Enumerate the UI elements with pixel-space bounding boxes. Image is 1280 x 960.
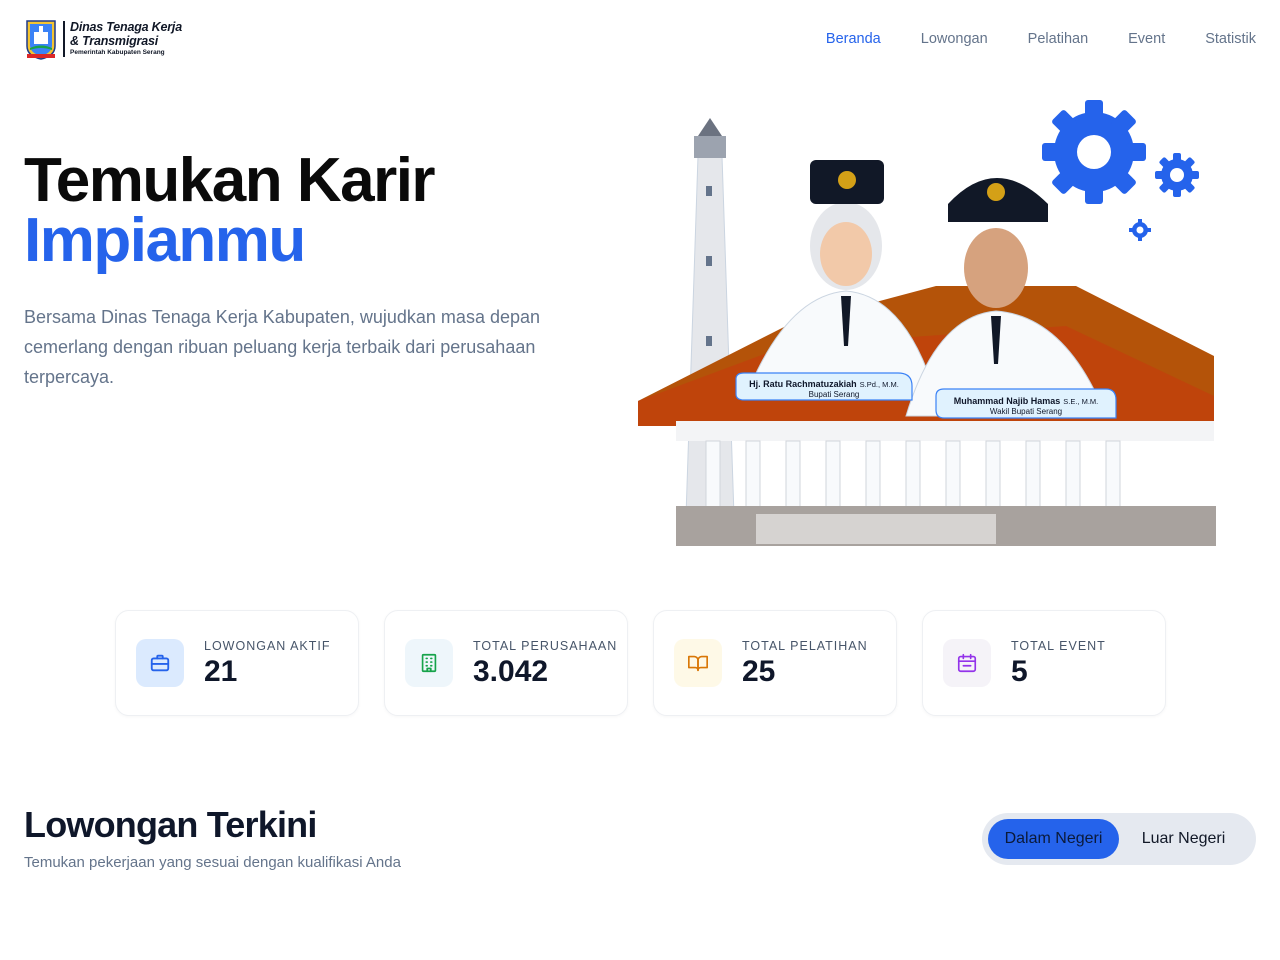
official-degree: S.E., M.M.	[1063, 397, 1098, 406]
stat-card-lowongan: LOWONGAN AKTIF 21	[115, 610, 359, 716]
section-title: Lowongan Terkini	[24, 804, 317, 845]
stat-label: TOTAL EVENT	[1011, 639, 1106, 653]
calendar-icon	[943, 639, 991, 687]
official-role: Bupati Serang	[809, 390, 860, 399]
toggle-luar-negeri[interactable]: Luar Negeri	[1121, 819, 1246, 859]
nav-item-pelatihan[interactable]: Pelatihan	[1028, 31, 1088, 47]
official-degree: S.Pd., M.M.	[860, 380, 899, 389]
kabupaten-emblem-icon	[26, 20, 56, 60]
gear-icon	[1042, 100, 1146, 204]
nav-item-lowongan[interactable]: Lowongan	[921, 31, 988, 47]
nav-item-statistik[interactable]: Statistik	[1205, 31, 1256, 47]
logo-subtitle: Pemerintah Kabupaten Serang	[70, 49, 165, 57]
gear-icon	[1129, 219, 1151, 241]
logo-text: Dinas Tenaga Kerja & Transmigrasi Pemeri…	[70, 21, 182, 57]
hero-title: Temukan Karir	[24, 146, 436, 215]
official-name: Hj. Ratu Rachmatuzakiah	[749, 379, 857, 389]
stat-value: 5	[1011, 655, 1028, 688]
header: Dinas Tenaga Kerja & Transmigrasi Pemeri…	[0, 0, 1280, 82]
stat-value: 21	[204, 655, 238, 688]
logo-title: & Transmigrasi	[70, 33, 158, 48]
stats-row: LOWONGAN AKTIF 21 TOTAL PERUSAHAAN 3.042…	[115, 610, 1166, 716]
toggle-dalam-negeri[interactable]: Dalam Negeri	[988, 819, 1119, 859]
hero-illustration: Hj. Ratu Rachmatuzakiah S.Pd., M.M. Bupat…	[638, 100, 1216, 546]
name-tag: Hj. Ratu Rachmatuzakiah S.Pd., M.M. Bupat…	[735, 372, 913, 401]
book-icon	[674, 639, 722, 687]
hero-description: Bersama Dinas Tenaga Kerja Kabupaten, wu…	[24, 307, 541, 387]
nav-item-event[interactable]: Event	[1128, 31, 1165, 47]
official-name: Muhammad Najib Hamas	[954, 396, 1061, 406]
svg-text:Hj. Ratu RachmatuzakiahS.Pd.,: Hj. Ratu Rachmatuzakiah S.Pd., M.M.	[749, 379, 899, 389]
stat-value: 25	[742, 655, 776, 688]
stat-label: TOTAL PERUSAHAAN	[473, 639, 618, 653]
stat-card-event: TOTAL EVENT 5	[922, 610, 1166, 716]
logo-title: Dinas Tenaga Kerja	[70, 20, 182, 35]
gear-icon	[1155, 153, 1199, 197]
stat-value: 3.042	[473, 655, 549, 688]
name-tag: Muhammad Najib Hamas S.E., M.M. Wakil Bup…	[935, 388, 1117, 419]
site-logo[interactable]: Dinas Tenaga Kerja & Transmigrasi Pemeri…	[24, 18, 182, 60]
stat-label: TOTAL PELATIHAN	[742, 639, 868, 653]
briefcase-icon	[136, 639, 184, 687]
logo-divider	[63, 21, 65, 57]
section-subtitle: Temukan pekerjaan yang sesuai dengan kua…	[24, 854, 401, 871]
stat-label: LOWONGAN AKTIF	[204, 639, 331, 653]
nav-item-beranda[interactable]: Beranda	[826, 31, 881, 47]
svg-text:Muhammad Najib HamasS.E., M.M.: Muhammad Najib Hamas S.E., M.M.	[954, 396, 1099, 406]
building-icon	[405, 639, 453, 687]
main-nav: Beranda Lowongan Pelatihan Event Statist…	[786, 31, 1256, 47]
location-toggle: Dalam Negeri Luar Negeri	[982, 813, 1256, 865]
hero-title-highlight: Impianmu	[24, 206, 306, 275]
official-portrait	[745, 160, 937, 397]
official-role: Wakil Bupati Serang	[990, 407, 1062, 416]
stat-card-perusahaan: TOTAL PERUSAHAAN 3.042	[384, 610, 628, 716]
stat-card-pelatihan: TOTAL PELATIHAN 25	[653, 610, 897, 716]
